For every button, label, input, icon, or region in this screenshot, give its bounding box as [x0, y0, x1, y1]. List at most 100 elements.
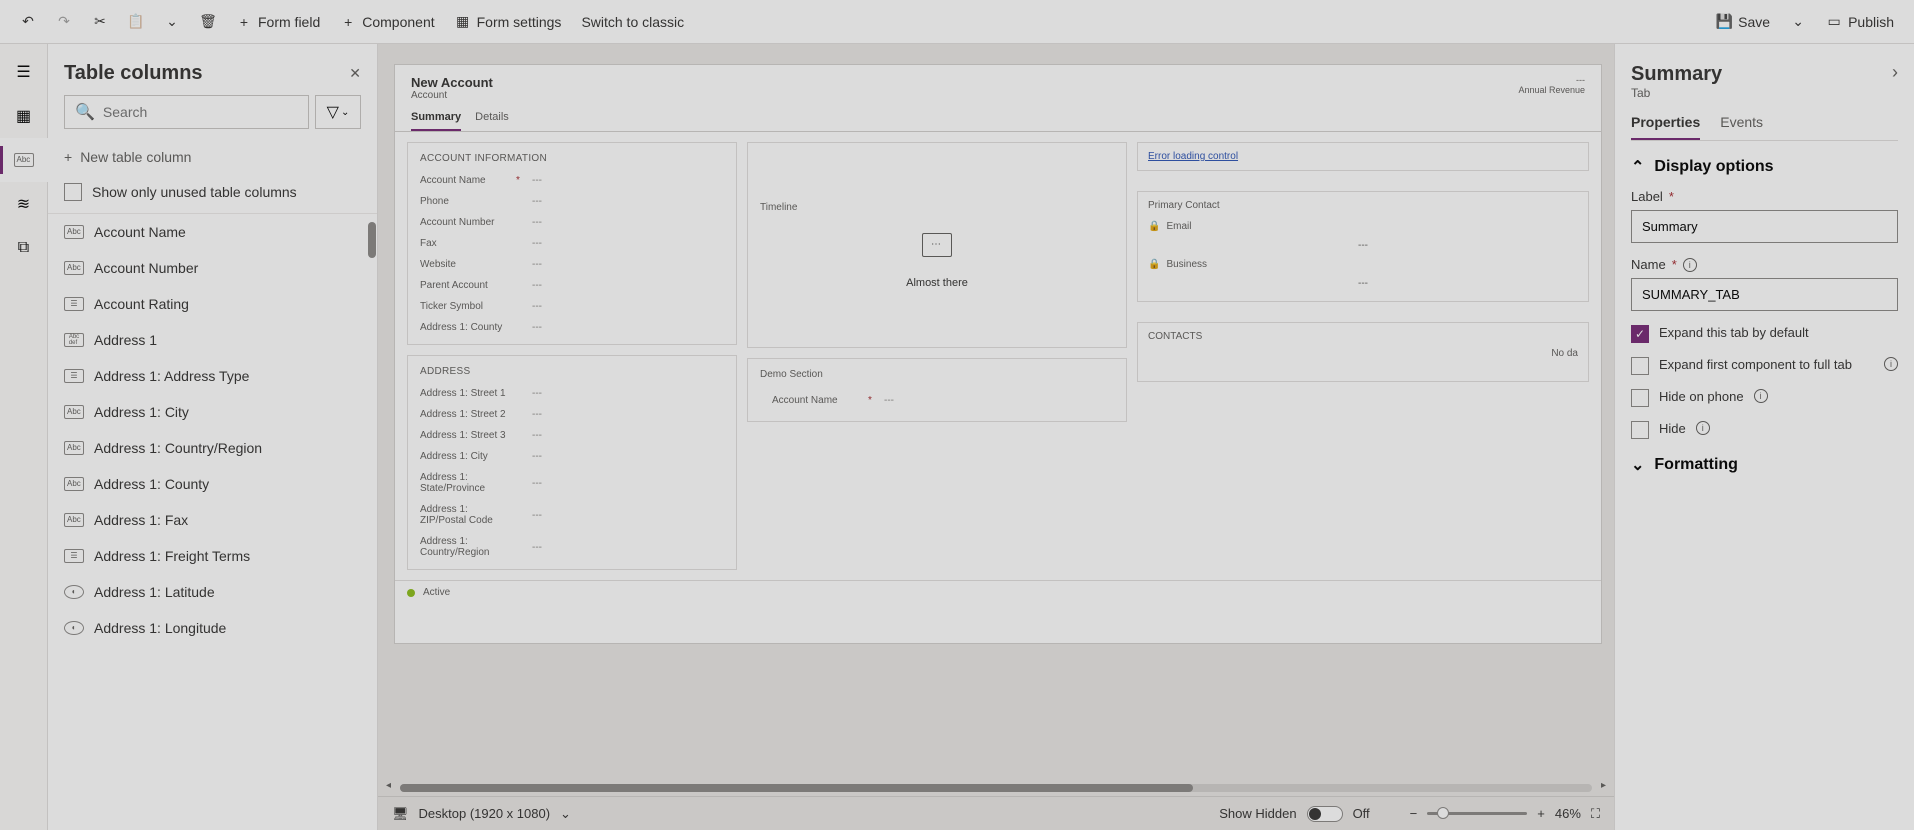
fit-to-screen-button[interactable]: ⛶ — [1591, 806, 1600, 822]
expand-first-checkbox[interactable]: Expand first component to full tab i — [1631, 357, 1898, 375]
form-row[interactable]: Address 1: City--- — [420, 446, 724, 467]
form-row[interactable]: Address 1: Street 1--- — [420, 383, 724, 404]
address-section[interactable]: ADDRESS Address 1: Street 1---Address 1:… — [407, 355, 737, 570]
add-component-button[interactable]: +Component — [330, 8, 444, 36]
primary-contact-card[interactable]: Primary Contact 🔒Email --- 🔒Business --- — [1137, 191, 1589, 302]
table-column-item[interactable]: ☰Address 1: Freight Terms — [48, 538, 377, 574]
tab-events[interactable]: Events — [1720, 114, 1763, 140]
form-row[interactable]: Phone--- — [420, 191, 724, 212]
chevron-right-icon[interactable]: › — [1892, 62, 1898, 83]
new-table-column-button[interactable]: + New table column — [48, 139, 377, 175]
form-row[interactable]: Address 1: County--- — [420, 317, 724, 338]
form-settings-icon: ▦ — [455, 14, 471, 30]
paste-menu-chevron[interactable]: ⌄ — [154, 8, 190, 36]
field-value: --- — [532, 280, 542, 291]
table-column-item[interactable]: AbcAddress 1: County — [48, 466, 377, 502]
info-icon[interactable]: i — [1683, 258, 1697, 272]
column-label: Address 1: City — [94, 404, 189, 420]
close-panel-button[interactable]: ✕ — [349, 65, 361, 82]
quickview-error[interactable]: Error loading control — [1137, 142, 1589, 171]
form-row[interactable]: Account Name*--- — [420, 170, 724, 191]
tab-properties[interactable]: Properties — [1631, 114, 1700, 140]
form-row[interactable]: Address 1: Street 3--- — [420, 425, 724, 446]
info-icon[interactable]: i — [1884, 357, 1898, 371]
show-unused-toggle[interactable]: Show only unused table columns — [48, 175, 377, 213]
form-row[interactable]: Fax--- — [420, 233, 724, 254]
save-menu-chevron[interactable]: ⌄ — [1780, 8, 1816, 36]
table-column-item[interactable]: ☰Account Rating — [48, 286, 377, 322]
display-options-header[interactable]: ⌃ Display options — [1631, 157, 1898, 177]
globe-icon: ◐ — [64, 621, 84, 635]
table-column-item[interactable]: ◐Address 1: Latitude — [48, 574, 377, 610]
search-input-wrapper[interactable]: 🔍 — [64, 95, 309, 129]
publish-button[interactable]: ▭Publish — [1816, 8, 1904, 36]
field-label: Account Name — [420, 175, 510, 186]
switch-classic-button[interactable]: Switch to classic — [571, 8, 694, 36]
form-row[interactable]: Account Name * --- — [760, 390, 1114, 411]
table-column-item[interactable]: ☰Address 1: Address Type — [48, 358, 377, 394]
add-form-field-button[interactable]: +Form field — [226, 8, 330, 36]
device-label[interactable]: Desktop (1920 x 1080) — [419, 806, 551, 821]
hide-on-phone-checkbox[interactable]: Hide on phone i — [1631, 389, 1898, 407]
form-row[interactable]: Address 1: Country/Region--- — [420, 531, 724, 563]
fields-rail-item[interactable]: Abc — [0, 138, 48, 182]
tree-rail-item[interactable]: ≋ — [0, 182, 48, 226]
zoom-slider[interactable] — [1427, 812, 1527, 815]
hamburger-toggle[interactable]: ☰ — [0, 50, 48, 94]
account-info-section[interactable]: ACCOUNT INFORMATION Account Name*---Phon… — [407, 142, 737, 345]
table-column-item[interactable]: AbcAddress 1: Country/Region — [48, 430, 377, 466]
checkbox-checked-icon: ✓ — [1631, 325, 1649, 343]
horizontal-scrollbar[interactable]: ◂ ▸ — [386, 780, 1606, 796]
formatting-header[interactable]: ⌄ Formatting — [1631, 455, 1898, 475]
scroll-left-icon[interactable]: ◂ — [386, 780, 391, 791]
scroll-right-icon[interactable]: ▸ — [1601, 780, 1606, 791]
undo-button[interactable]: ↶ — [10, 8, 46, 36]
cut-button[interactable]: ✂ — [82, 8, 118, 36]
search-icon: 🔍 — [75, 102, 95, 122]
label-input[interactable] — [1631, 210, 1898, 243]
error-link[interactable]: Error loading control — [1148, 151, 1238, 162]
info-icon[interactable]: i — [1696, 421, 1710, 435]
form-row[interactable]: Parent Account--- — [420, 275, 724, 296]
form-row[interactable]: Address 1: ZIP/Postal Code--- — [420, 499, 724, 531]
form-surface[interactable]: New Account Account --- Annual Revenue S… — [394, 64, 1602, 644]
column-label: Account Number — [94, 260, 198, 276]
timeline-section[interactable]: Timeline ⋯ Almost there — [747, 142, 1127, 348]
scrollbar-thumb[interactable] — [400, 784, 1193, 792]
form-tab[interactable]: Summary — [411, 111, 461, 131]
field-value: --- — [532, 451, 542, 462]
zoom-in-button[interactable]: + — [1537, 806, 1545, 821]
table-column-item[interactable]: ◐Address 1: Longitude — [48, 610, 377, 646]
scrollbar-thumb[interactable] — [368, 222, 376, 258]
search-input[interactable] — [103, 104, 298, 120]
chevron-down-icon[interactable]: ⌄ — [560, 806, 571, 822]
table-column-item[interactable]: AbcAccount Number — [48, 250, 377, 286]
table-column-item[interactable]: AbcAccount Name — [48, 214, 377, 250]
table-columns-list[interactable]: AbcAccount NameAbcAccount Number☰Account… — [48, 213, 377, 830]
delete-button[interactable]: 🗑 — [190, 8, 226, 36]
save-button[interactable]: 💾Save — [1706, 8, 1780, 36]
form-row[interactable]: Ticker Symbol--- — [420, 296, 724, 317]
zoom-out-button[interactable]: − — [1410, 806, 1418, 821]
redo-button[interactable]: ↷ — [46, 8, 82, 36]
show-hidden-toggle[interactable] — [1307, 806, 1343, 822]
table-column-item[interactable]: AbcdefAddress 1 — [48, 322, 377, 358]
form-row[interactable]: Address 1: State/Province--- — [420, 467, 724, 499]
hide-checkbox[interactable]: Hide i — [1631, 421, 1898, 439]
paste-button[interactable]: 📋 — [118, 8, 154, 36]
info-icon[interactable]: i — [1754, 389, 1768, 403]
libraries-rail-item[interactable]: ⧉ — [0, 226, 48, 270]
form-settings-button[interactable]: ▦Form settings — [445, 8, 572, 36]
form-row[interactable]: Address 1: Street 2--- — [420, 404, 724, 425]
expand-default-checkbox[interactable]: ✓ Expand this tab by default — [1631, 325, 1898, 343]
form-row[interactable]: Website--- — [420, 254, 724, 275]
filter-button[interactable]: ▽ ⌄ — [315, 95, 361, 129]
demo-section[interactable]: Demo Section Account Name * --- — [747, 358, 1127, 422]
form-tab[interactable]: Details — [475, 111, 509, 131]
table-column-item[interactable]: AbcAddress 1: City — [48, 394, 377, 430]
name-input[interactable] — [1631, 278, 1898, 311]
table-column-item[interactable]: AbcAddress 1: Fax — [48, 502, 377, 538]
contacts-card[interactable]: CONTACTS No da — [1137, 322, 1589, 382]
form-row[interactable]: Account Number--- — [420, 212, 724, 233]
components-rail-item[interactable]: ▦ — [0, 94, 48, 138]
